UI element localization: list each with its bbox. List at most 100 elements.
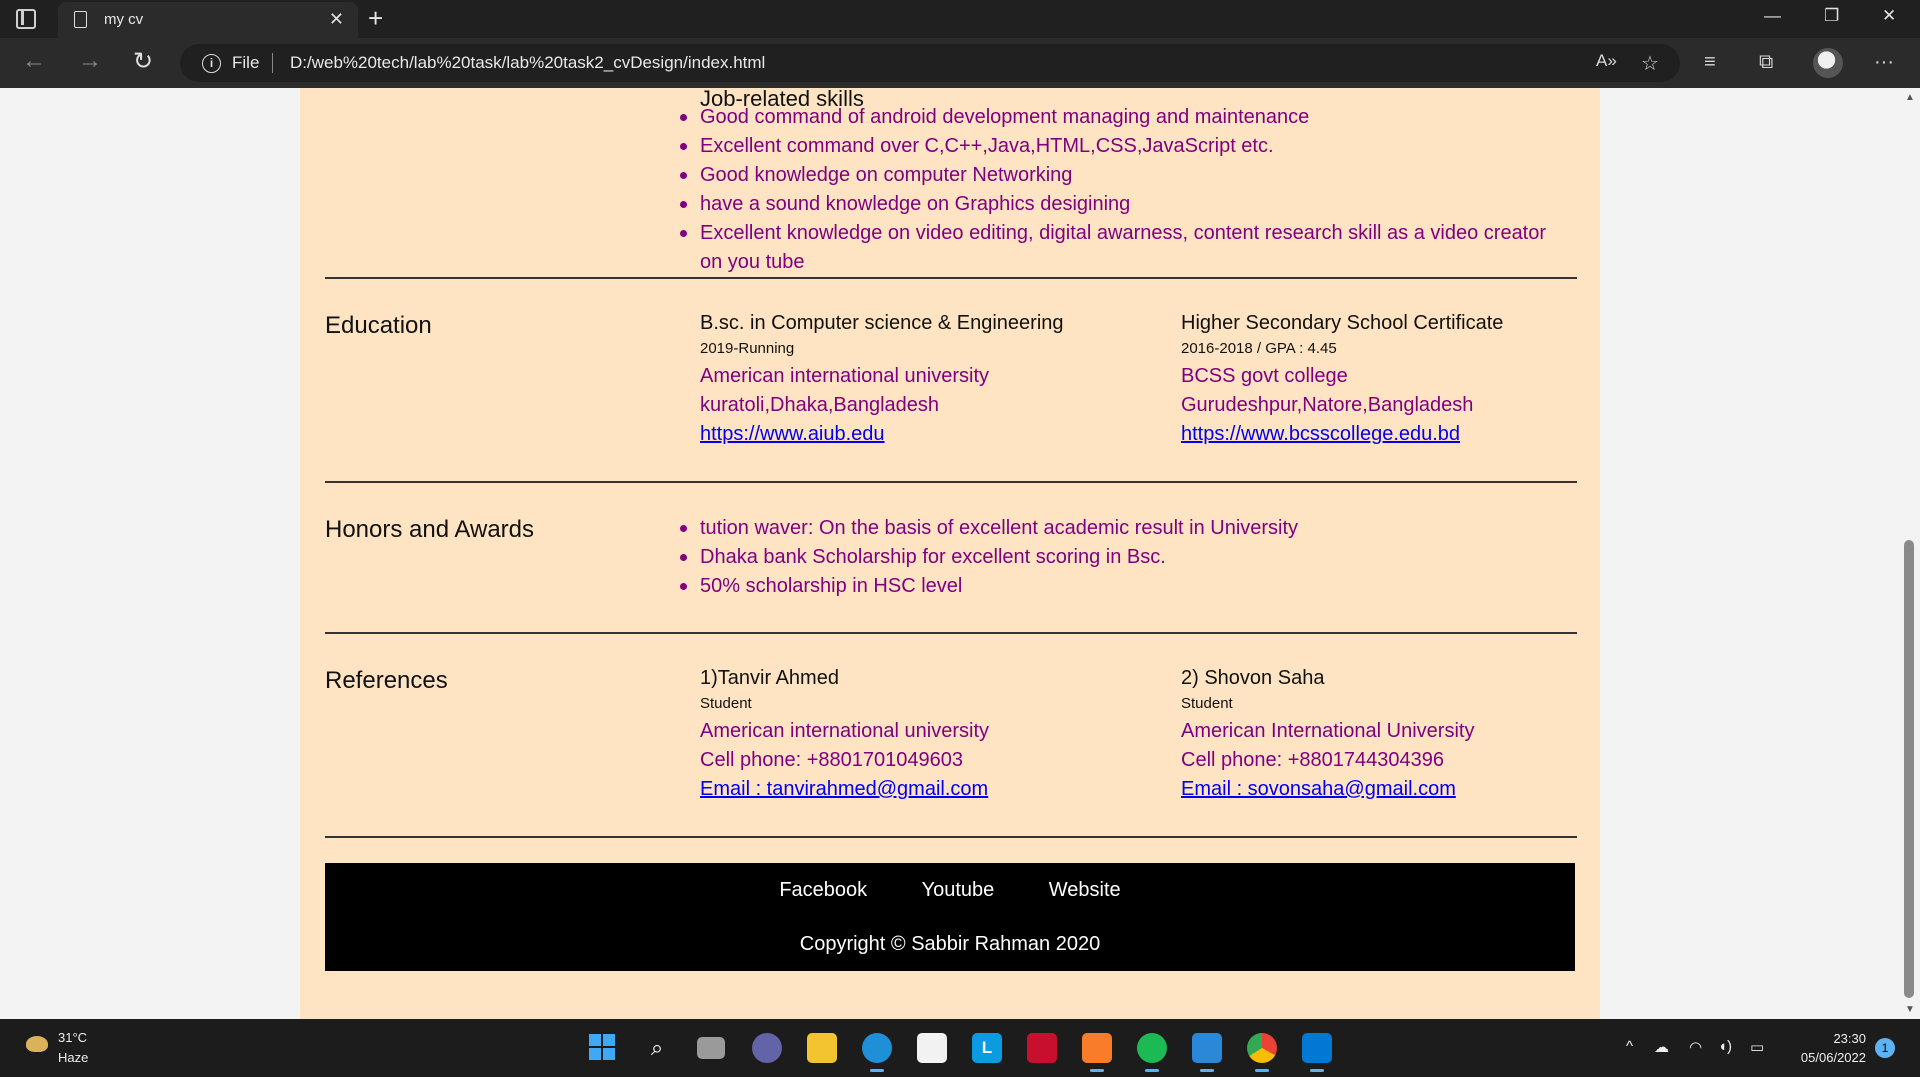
forward-icon[interactable]: → (78, 47, 102, 75)
list-item: Dhaka bank Scholarship for excellent sco… (680, 543, 1570, 572)
start-icon[interactable] (587, 1033, 617, 1063)
edge-browser-icon[interactable] (862, 1033, 892, 1072)
reference-org: American international university (700, 720, 990, 742)
education-title: Education (325, 312, 432, 339)
restore-icon[interactable]: ❐ (1824, 6, 1839, 26)
institution: BCSS govt college (1181, 365, 1348, 387)
reference-email-link[interactable]: Email : tanvirahmed@gmail.com (700, 775, 1120, 804)
weather-temperature[interactable]: 31°C (58, 1030, 87, 1045)
browser-tab-bar: my cv ✕ + — ❐ ✕ (0, 0, 1920, 38)
notepad-icon[interactable] (1192, 1033, 1222, 1072)
degree: Higher Secondary School Certificate (1181, 312, 1504, 334)
address-scheme: File (232, 53, 260, 72)
footer-link-youtube[interactable]: Youtube (922, 879, 995, 901)
list-item: 50% scholarship in HSC level (680, 572, 1570, 601)
onedrive-icon[interactable]: ☁ (1654, 1038, 1669, 1056)
page-viewport: Job-related skills Good command of andro… (0, 88, 1900, 1019)
weather-icon[interactable] (26, 1036, 48, 1052)
volume-icon[interactable]: ◖) (1718, 1038, 1732, 1055)
l-app-icon[interactable]: L (972, 1033, 1002, 1063)
reference-org: American International University (1181, 720, 1475, 742)
system-clock[interactable]: 23:30 05/06/2022 (1788, 1029, 1866, 1067)
address-url[interactable]: D:/web%20tech/lab%20task/lab%20task2_cvD… (290, 53, 765, 73)
address-bar[interactable]: i File D:/web%20tech/lab%20task/lab%20ta… (180, 44, 1680, 82)
list-item: have a sound knowledge on Graphics desig… (680, 190, 1570, 219)
spotify-icon[interactable] (1137, 1033, 1167, 1072)
task-view-icon[interactable] (697, 1037, 725, 1059)
location: Gurudeshpur,Natore,Bangladesh (1181, 394, 1474, 416)
minimize-icon[interactable]: — (1764, 6, 1781, 26)
scrollbar-thumb[interactable] (1904, 540, 1914, 998)
institution: American international university (700, 365, 990, 387)
notification-badge[interactable]: 1 (1875, 1038, 1895, 1058)
page-icon (74, 11, 87, 28)
period: 2019-Running (700, 340, 795, 357)
browser-toolbar: ← → ↻ i File D:/web%20tech/lab%20task/la… (0, 38, 1920, 88)
xampp-icon[interactable] (1082, 1033, 1112, 1072)
skills-list: Good command of android development mana… (680, 103, 1570, 277)
antivirus-icon[interactable] (1027, 1033, 1057, 1063)
chat-icon[interactable] (752, 1033, 782, 1063)
browser-tab[interactable]: my cv ✕ (58, 2, 358, 38)
reference-entry: 2) Shovon Saha Student American Internat… (1181, 665, 1581, 804)
profile-avatar[interactable] (1813, 48, 1843, 78)
address-divider (272, 53, 273, 73)
battery-icon[interactable]: ▭ (1750, 1038, 1764, 1056)
institution-link[interactable]: https://www.aiub.edu (700, 420, 1120, 449)
footer-link-facebook[interactable]: Facebook (779, 879, 867, 901)
info-icon[interactable]: i (202, 54, 221, 73)
windows-taskbar: 31°C Haze ⌕ L ^ ☁ ◠ ◖) ▭ 23:30 05/06/202… (0, 1019, 1920, 1077)
degree: B.sc. in Computer science & Engineering (700, 312, 1064, 334)
favorites-list-icon[interactable]: ≡ (1704, 51, 1716, 74)
scroll-up-icon[interactable]: ▲ (1905, 92, 1915, 103)
list-item: Excellent knowledge on video editing, di… (680, 219, 1570, 277)
list-item: Excellent command over C,C++,Java,HTML,C… (680, 132, 1570, 161)
divider (325, 277, 1577, 279)
cv-page: Job-related skills Good command of andro… (300, 88, 1600, 1019)
footer-link-website[interactable]: Website (1049, 879, 1121, 901)
list-item: Good command of android development mana… (680, 103, 1570, 132)
back-icon[interactable]: ← (22, 47, 46, 75)
search-icon[interactable]: ⌕ (642, 1033, 672, 1063)
clock-date: 05/06/2022 (1800, 1050, 1866, 1065)
tab-actions-icon[interactable] (16, 9, 36, 29)
chrome-icon[interactable] (1247, 1033, 1277, 1072)
favorite-star-icon[interactable]: ☆ (1641, 51, 1659, 76)
education-entry: Higher Secondary School Certificate 2016… (1181, 310, 1581, 449)
collections-icon[interactable]: ⧉ (1759, 51, 1773, 74)
close-tab-icon[interactable]: ✕ (329, 9, 344, 30)
reference-entry: 1)Tanvir Ahmed Student American internat… (700, 665, 1120, 804)
close-window-icon[interactable]: ✕ (1882, 6, 1896, 26)
tray-overflow-icon[interactable]: ^ (1626, 1038, 1633, 1055)
list-item: tution waver: On the basis of excellent … (680, 514, 1570, 543)
reference-email-link[interactable]: Email : sovonsaha@gmail.com (1181, 775, 1581, 804)
honors-title: Honors and Awards (325, 516, 535, 543)
references-title: References (325, 667, 448, 694)
reference-role: Student (1181, 695, 1233, 712)
new-tab-icon[interactable]: + (368, 3, 383, 34)
page-footer: Facebook Youtube Website Copyright © Sab… (325, 863, 1575, 971)
reference-phone: Cell phone: +8801744304396 (1181, 749, 1445, 771)
divider (325, 836, 1577, 838)
more-menu-icon[interactable]: ··· (1874, 51, 1894, 74)
clock-time: 23:30 (1833, 1031, 1866, 1046)
store-icon[interactable] (917, 1033, 947, 1063)
wifi-icon[interactable]: ◠ (1689, 1038, 1702, 1056)
scroll-down-icon[interactable]: ▼ (1905, 1004, 1915, 1015)
vscode-icon[interactable] (1302, 1033, 1332, 1072)
reference-phone: Cell phone: +8801701049603 (700, 749, 964, 771)
footer-links: Facebook Youtube Website (325, 879, 1575, 902)
vertical-scrollbar[interactable]: ▲ ▼ (1900, 88, 1920, 1019)
reference-name: 1)Tanvir Ahmed (700, 667, 839, 689)
education-entry: B.sc. in Computer science & Engineering … (700, 310, 1120, 449)
file-explorer-icon[interactable] (807, 1033, 837, 1063)
location: kuratoli,Dhaka,Bangladesh (700, 394, 940, 416)
reload-icon[interactable]: ↻ (133, 47, 153, 76)
list-item: Good knowledge on computer Networking (680, 161, 1570, 190)
honors-list: tution waver: On the basis of excellent … (680, 514, 1570, 601)
institution-link[interactable]: https://www.bcsscollege.edu.bd (1181, 420, 1581, 449)
weather-condition[interactable]: Haze (58, 1050, 88, 1065)
period: 2016-2018 / GPA : 4.45 (1181, 340, 1337, 357)
copyright-text: Copyright © Sabbir Rahman 2020 (799, 933, 1101, 955)
read-aloud-icon[interactable]: A» (1596, 51, 1617, 71)
